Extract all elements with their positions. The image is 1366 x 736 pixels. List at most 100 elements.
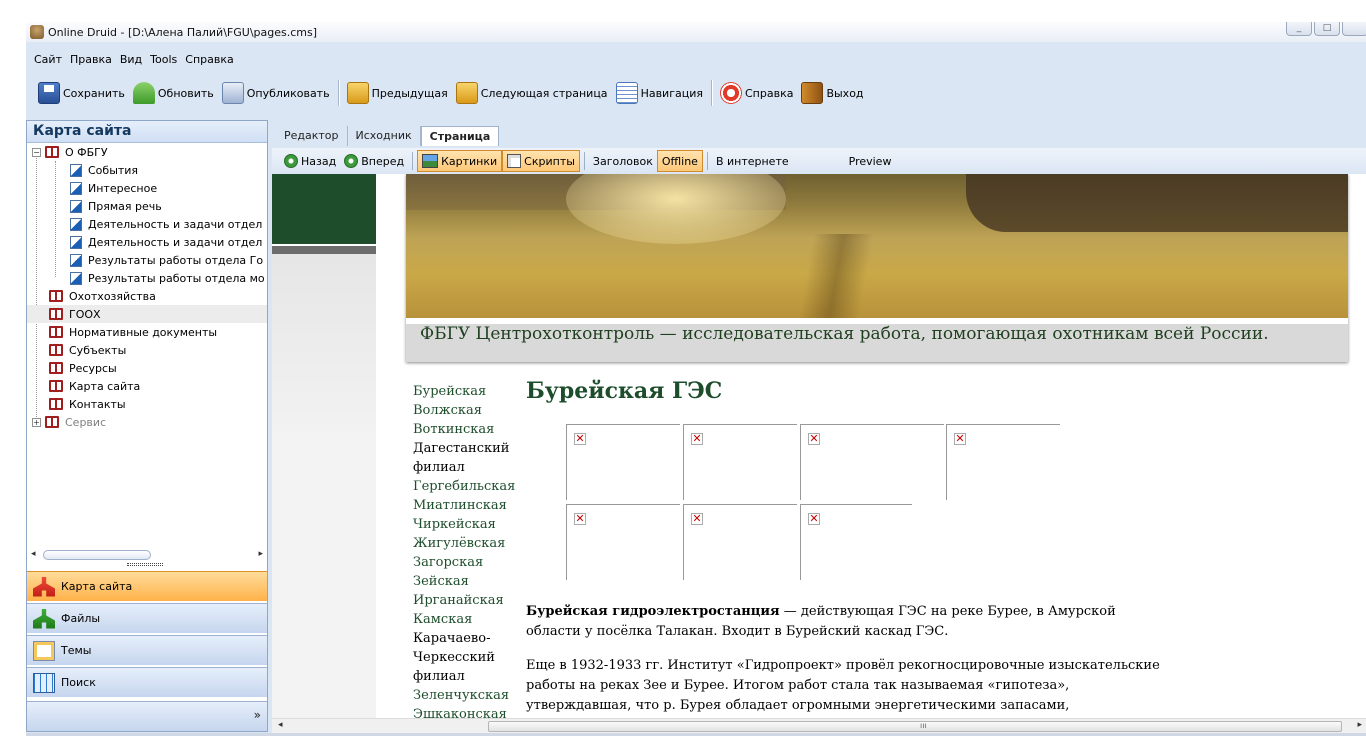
help-button[interactable]: Справка	[716, 80, 797, 106]
splitter-grip[interactable]	[127, 563, 163, 566]
broken-image: ✕	[946, 424, 1060, 500]
menu-tools[interactable]: Tools	[146, 53, 181, 66]
door-exit-icon	[801, 82, 824, 104]
tree-item-section[interactable]: Ресурсы	[27, 359, 267, 377]
tree-item-page[interactable]: Прямая речь	[27, 197, 267, 215]
tree-item-page[interactable]: Результаты работы отдела Го	[27, 251, 267, 269]
banner-tagline: ФБГУ Центрохотконтроль — исследовательск…	[420, 324, 1269, 344]
previous-page-button[interactable]: Предыдущая	[343, 80, 452, 106]
station-link[interactable]: Миатлинская	[413, 496, 513, 515]
broken-image: ✕	[566, 424, 680, 500]
page-horizontal-scrollbar[interactable]: ◂ ııı ▸	[272, 718, 1366, 734]
sitemap-header: Карта сайта	[27, 121, 267, 143]
page-preview: ФБГУ Центрохотконтроль — исследовательск…	[272, 174, 1366, 718]
tree-item-page[interactable]: Результаты работы отдела мо	[27, 269, 267, 287]
nav-search-button[interactable]: Поиск	[27, 667, 267, 697]
forward-button[interactable]: Вперед	[340, 150, 408, 172]
expand-toggle[interactable]: +	[32, 417, 41, 427]
tree-item-service[interactable]: + Сервис	[27, 413, 267, 431]
separator	[706, 152, 708, 170]
menu-help[interactable]: Справка	[181, 53, 237, 66]
menu-view[interactable]: Вид	[116, 53, 146, 66]
tree-item-section[interactable]: Субъекты	[27, 341, 267, 359]
search-grid-icon	[33, 672, 55, 693]
tree-item-section[interactable]: Контакты	[27, 395, 267, 413]
station-link[interactable]: Бурейская	[413, 382, 513, 401]
update-button[interactable]: Обновить	[129, 80, 218, 106]
navigation-button[interactable]: Навигация	[612, 80, 707, 106]
window-title: Online Druid - [D:\Алена Палий\FGU\pages…	[48, 25, 318, 39]
tree-item-section-selected[interactable]: ГООХ	[27, 305, 267, 323]
chevron-down-icon[interactable]: »	[254, 708, 261, 722]
station-link[interactable]: филиал	[413, 458, 513, 477]
station-link[interactable]: Гергебильская	[413, 477, 515, 496]
folder-next-icon	[455, 82, 478, 104]
title-bar: Online Druid - [D:\Алена Палий\FGU\pages…	[26, 22, 1366, 42]
tree-item-o-fbgu[interactable]: − О ФБГУ	[27, 143, 267, 161]
exit-button[interactable]: Выход	[797, 80, 867, 106]
station-link[interactable]: Воткинская	[413, 420, 513, 439]
station-link[interactable]: Жигулёвская	[413, 534, 513, 553]
tree-horizontal-scrollbar[interactable]: ◂ ▸	[31, 549, 263, 561]
station-link[interactable]: Загорская	[413, 553, 513, 572]
header-toggle[interactable]: Заголовок	[589, 150, 657, 172]
page-banner: ФБГУ Центрохотконтроль — исследовательск…	[406, 174, 1348, 362]
broken-image: ✕	[683, 424, 797, 500]
next-page-button[interactable]: Следующая страница	[452, 80, 612, 106]
tree-item-section[interactable]: Охотхозяйства	[27, 287, 267, 305]
nav-sitemap-button[interactable]: Карта сайта	[27, 571, 267, 601]
scrollbar-thumb[interactable]	[43, 550, 151, 560]
station-link[interactable]: Чиркейская	[413, 515, 513, 534]
intro-paragraph: Бурейская гидроэлектростанция — действую…	[526, 604, 1116, 639]
station-link[interactable]: Зейская	[413, 572, 513, 591]
save-button[interactable]: Сохранить	[34, 80, 129, 106]
close-button[interactable]	[1342, 22, 1366, 36]
online-toggle[interactable]: В интернете	[712, 150, 793, 172]
preview-label[interactable]: Preview	[845, 150, 896, 172]
station-link[interactable]: Эшкаконская	[413, 705, 513, 718]
station-link[interactable]: Камская	[413, 610, 513, 629]
scroll-left-arrow-icon[interactable]: ◂	[31, 549, 36, 559]
tree-item-page[interactable]: Деятельность и задачи отдел	[27, 233, 267, 251]
tree-item-page[interactable]: Интересное	[27, 179, 267, 197]
menu-edit[interactable]: Правка	[66, 53, 116, 66]
scroll-right-arrow-icon[interactable]: ▸	[1357, 720, 1362, 730]
collapse-toggle[interactable]: −	[32, 147, 41, 157]
folder-prev-icon	[346, 82, 369, 104]
station-link[interactable]: Дагестанский	[413, 439, 513, 458]
minimize-button[interactable]: _	[1286, 22, 1312, 36]
scroll-right-arrow-icon[interactable]: ▸	[258, 549, 263, 559]
back-button[interactable]: Назад	[280, 150, 340, 172]
broken-image: ✕	[566, 504, 680, 580]
tree-item-page[interactable]: Деятельность и задачи отдел	[27, 215, 267, 233]
forward-arrow-icon	[344, 154, 359, 168]
tab-source[interactable]: Исходник	[348, 126, 421, 146]
tab-editor[interactable]: Редактор	[276, 126, 348, 146]
tree-item-page[interactable]: События	[27, 161, 267, 179]
station-link[interactable]: Ирганайская	[413, 591, 513, 610]
menu-site[interactable]: Сайт	[30, 53, 66, 66]
nav-files-button[interactable]: Файлы	[27, 603, 267, 633]
station-link[interactable]: Карачаево-	[413, 629, 513, 648]
book-icon	[49, 362, 63, 374]
nav-themes-button[interactable]: Темы	[27, 635, 267, 665]
scroll-left-arrow-icon[interactable]: ◂	[278, 720, 283, 730]
station-link[interactable]: Зеленчукская	[413, 686, 513, 705]
page-icon	[70, 235, 82, 249]
offline-toggle[interactable]: Offline	[656, 150, 703, 172]
tree-item-section[interactable]: Карта сайта	[27, 377, 267, 395]
book-icon	[45, 416, 59, 428]
picture-icon	[422, 154, 439, 168]
station-link[interactable]: филиал	[413, 667, 513, 686]
sitemap-icon	[33, 576, 55, 597]
pictures-toggle[interactable]: Картинки	[417, 150, 503, 172]
maximize-button[interactable]: □	[1314, 22, 1340, 36]
scrollbar-thumb[interactable]	[488, 721, 1342, 732]
book-icon	[49, 380, 63, 392]
scripts-toggle[interactable]: Скрипты	[502, 150, 580, 172]
publish-button[interactable]: Опубликовать	[218, 80, 334, 106]
station-link[interactable]: Волжская	[413, 401, 513, 420]
tab-page[interactable]: Страница	[420, 126, 500, 146]
station-link[interactable]: Черкесский	[413, 648, 513, 667]
tree-item-section[interactable]: Нормативные документы	[27, 323, 267, 341]
